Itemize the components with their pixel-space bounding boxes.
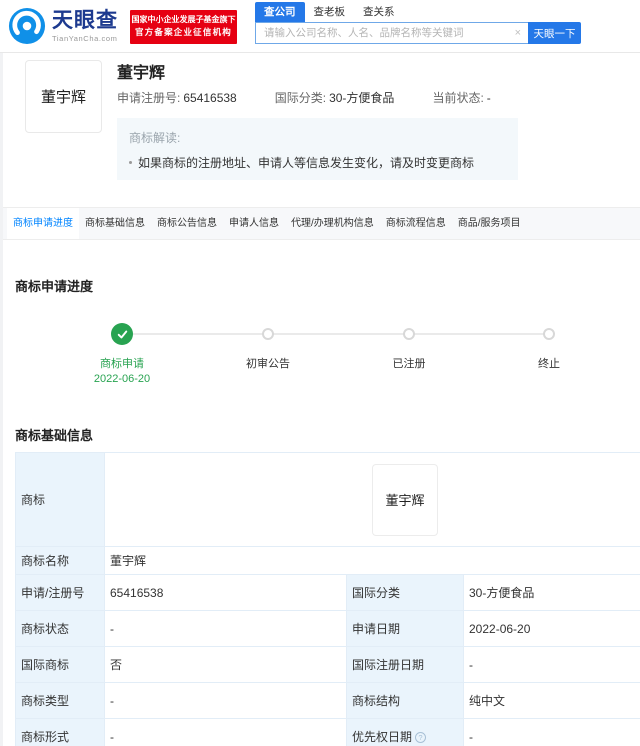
page-title: 董宇辉 — [117, 65, 166, 82]
tab-application-progress[interactable]: 商标申请进度 — [7, 208, 79, 239]
step-date: 2022-06-20 — [93, 373, 151, 385]
search-area: 查公司 查老板 查关系 × 天眼一下 — [255, 2, 585, 44]
table-row: 商标类型 - 商标结构 纯中文 — [15, 682, 640, 719]
trademark-image: 董宇辉 — [25, 60, 102, 133]
row-label: 商标状态 — [15, 610, 105, 647]
step-label-preliminary: 初审公告 — [246, 358, 290, 370]
step-label-terminated: 终止 — [538, 358, 560, 370]
step-label-registered: 已注册 — [392, 358, 426, 370]
row-value: 纯中文 — [462, 682, 640, 719]
table-row: 商标形式 - 优先权日期? - — [15, 718, 640, 746]
field-label: 国际分类: — [274, 91, 327, 105]
tianyancha-logo-icon[interactable] — [8, 7, 46, 45]
stepper-connector — [122, 333, 549, 335]
tab-announcement-info[interactable]: 商标公告信息 — [151, 208, 223, 239]
table-row: 国际商标 否 国际注册日期 - — [15, 646, 640, 683]
badge-line1: 国家中小企业发展子基金旗下 — [131, 15, 236, 24]
brand-domain: TianYanCha.com — [52, 34, 118, 43]
row-label-text: 优先权日期 — [352, 730, 413, 744]
badge-line2: 官方备案企业征信机构 — [134, 27, 232, 37]
progress-stepper: 商标申请 2022-06-20 初审公告 已注册 终止 — [3, 295, 640, 405]
progress-section-title: 商标申请进度 — [15, 279, 94, 294]
table-row: 商标名称 董宇辉 — [15, 546, 640, 575]
tab-goods-services[interactable]: 商品/服务项目 — [452, 208, 527, 239]
row-label: 商标名称 — [15, 546, 105, 575]
field-label: 申请注册号: — [117, 91, 181, 105]
summary-fields: 申请注册号: 65416538 国际分类: 30-方便食品 当前状态: - — [117, 89, 491, 106]
basic-info-section-title: 商标基础信息 — [15, 428, 94, 443]
page-background: 董宇辉 董宇辉 申请注册号: 65416538 国际分类: 30-方便食品 当前状态… — [0, 53, 640, 746]
row-value: - — [104, 718, 347, 746]
trademark-image-cell: 董宇辉 — [103, 452, 640, 547]
trademark-summary: 董宇辉 董宇辉 申请注册号: 65416538 国际分类: 30-方便食品 当前状态… — [3, 53, 640, 207]
row-label: 申请日期 — [346, 610, 464, 647]
brand-name: 天眼查 — [52, 9, 118, 32]
step-circle-icon — [403, 328, 415, 340]
brand-block[interactable]: 天眼查 TianYanCha.com — [52, 9, 118, 43]
help-icon[interactable]: ? — [415, 732, 427, 743]
tab-basic-info[interactable]: 商标基础信息 — [79, 208, 151, 239]
table-row: 申请/注册号 65416538 国际分类 30-方便食品 — [15, 574, 640, 611]
certification-badge: 国家中小企业发展子基金旗下 官方备案企业征信机构 — [130, 10, 237, 44]
clear-icon[interactable]: × — [515, 26, 521, 40]
step-label-application: 商标申请 — [100, 358, 144, 370]
field-value: - — [486, 91, 491, 105]
trademark-note-box: 商标解读: 如果商标的注册地址、申请人等信息发生变化，请及时变更商标 — [117, 118, 518, 180]
row-value: 65416538 — [104, 574, 347, 611]
tab-agency-info[interactable]: 代理/办理机构信息 — [285, 208, 380, 239]
row-label: 国际商标 — [15, 646, 105, 683]
search-tab-boss[interactable]: 查老板 — [305, 2, 355, 22]
row-value: 董宇辉 — [103, 546, 640, 575]
trademark-image: 董宇辉 — [372, 463, 439, 536]
section-tabbar: 商标申请进度 商标基础信息 商标公告信息 申请人信息 代理/办理机构信息 商标流… — [3, 207, 640, 240]
step-done-icon — [111, 323, 133, 345]
field-value: 30-方便食品 — [329, 91, 395, 105]
search-tab-company[interactable]: 查公司 — [255, 2, 305, 22]
row-label: 申请/注册号 — [15, 574, 105, 611]
summary-field-class: 国际分类: 30-方便食品 — [275, 89, 395, 106]
row-value: 30-方便食品 — [462, 574, 640, 611]
row-label: 优先权日期? — [346, 718, 464, 746]
row-value: 否 — [104, 646, 347, 683]
row-value: - — [104, 682, 347, 719]
row-label: 商标形式 — [15, 718, 105, 746]
step-circle-icon — [262, 328, 274, 340]
row-value: - — [104, 610, 347, 647]
row-label: 国际注册日期 — [346, 646, 464, 683]
check-icon — [117, 330, 127, 338]
search-tabs: 查公司 查老板 查关系 — [255, 2, 585, 22]
table-row: 商标状态 - 申请日期 2022-06-20 — [15, 610, 640, 647]
bullet-icon — [129, 161, 132, 164]
row-label: 商标结构 — [346, 682, 464, 719]
summary-field-regno: 申请注册号: 65416538 — [117, 89, 237, 106]
row-label: 国际分类 — [346, 574, 464, 611]
search-button[interactable]: 天眼一下 — [528, 22, 581, 44]
search-input[interactable] — [255, 22, 528, 44]
row-value: 2022-06-20 — [462, 610, 640, 647]
row-value: - — [462, 646, 640, 683]
basic-info-table: 商标 董宇辉 商标名称 董宇辉 申请/注册号 65416538 国际分类 30-… — [15, 452, 640, 746]
search-tab-relation[interactable]: 查关系 — [354, 2, 404, 22]
note-title: 商标解读: — [129, 131, 181, 145]
site-header: 天眼查 TianYanCha.com 国家中小企业发展子基金旗下 官方备案企业征… — [0, 0, 640, 53]
content-card: 董宇辉 董宇辉 申请注册号: 65416538 国际分类: 30-方便食品 当前状态… — [3, 53, 640, 746]
row-value: - — [462, 718, 640, 746]
summary-field-status: 当前状态: - — [432, 89, 490, 106]
tab-process-info[interactable]: 商标流程信息 — [380, 208, 452, 239]
note-text: 如果商标的注册地址、申请人等信息发生变化，请及时变更商标 — [138, 156, 475, 170]
note-item: 如果商标的注册地址、申请人等信息发生变化，请及时变更商标 — [129, 154, 506, 171]
field-label: 当前状态: — [432, 91, 484, 105]
row-label: 商标类型 — [15, 682, 105, 719]
tab-applicant-info[interactable]: 申请人信息 — [223, 208, 285, 239]
row-label: 商标 — [15, 452, 105, 547]
field-value: 65416538 — [183, 91, 237, 105]
step-circle-icon — [543, 328, 555, 340]
table-row: 商标 董宇辉 — [15, 452, 640, 547]
